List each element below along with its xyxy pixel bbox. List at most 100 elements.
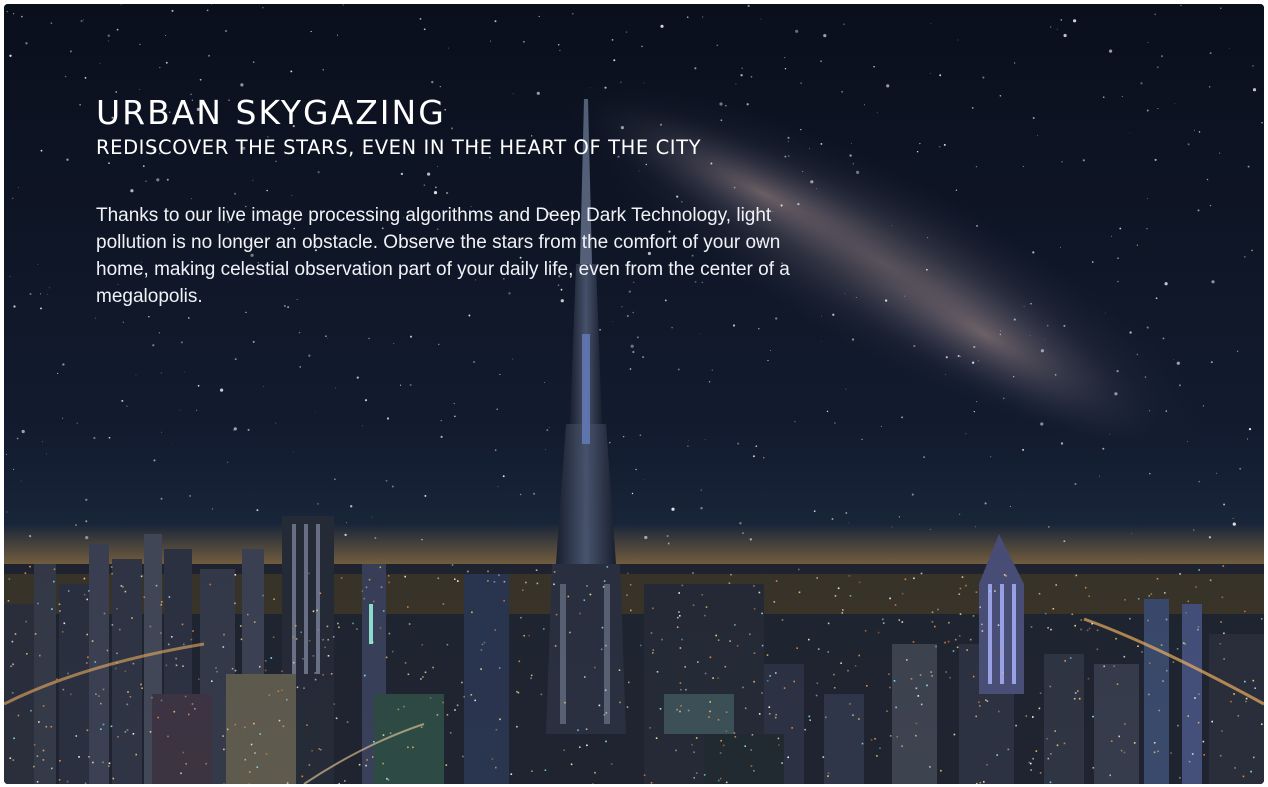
city-light (915, 722, 918, 725)
city-light (311, 749, 313, 752)
city-light (1172, 661, 1175, 663)
city-light (1047, 757, 1050, 760)
star (334, 387, 336, 389)
city-light (248, 771, 251, 773)
star (364, 399, 368, 402)
city-light (1086, 629, 1089, 632)
city-light (679, 682, 682, 684)
city-light (876, 755, 878, 757)
city-light (385, 656, 388, 659)
star (5, 453, 7, 455)
star (1044, 338, 1046, 340)
star (13, 468, 15, 470)
city-light (1050, 628, 1052, 631)
city-light (498, 667, 501, 669)
star (959, 356, 961, 357)
star (620, 81, 622, 83)
star (240, 83, 244, 87)
star (66, 158, 69, 161)
city-light (722, 744, 725, 747)
city-light (998, 710, 1000, 713)
city-light (58, 603, 61, 606)
city-light (1047, 627, 1049, 629)
star (1105, 312, 1106, 314)
star (362, 425, 363, 427)
star (629, 368, 632, 370)
star (211, 4, 212, 5)
star (1194, 129, 1196, 131)
city-light (422, 676, 424, 678)
city-light (51, 767, 53, 770)
city-light (327, 655, 330, 657)
star (1261, 122, 1263, 124)
star (325, 335, 327, 337)
city-light (42, 705, 45, 707)
city-light (889, 597, 891, 600)
city-light (804, 728, 806, 731)
star (1013, 62, 1016, 64)
city-light (102, 723, 105, 726)
city-light (652, 649, 655, 651)
city-light (327, 638, 329, 641)
star (1248, 427, 1252, 431)
star (1046, 324, 1049, 327)
city-light (407, 746, 409, 749)
star (64, 75, 67, 78)
city-light (564, 701, 566, 704)
star (1247, 438, 1249, 440)
star (1160, 55, 1164, 58)
city-light (793, 680, 795, 683)
city-light (314, 678, 317, 681)
city-light (705, 606, 708, 608)
star (368, 337, 370, 340)
city-light (244, 758, 247, 761)
city-light (1030, 626, 1033, 628)
city-light (603, 714, 606, 716)
star (845, 512, 848, 514)
star (1236, 350, 1239, 352)
star (1147, 41, 1149, 43)
city-light (442, 701, 444, 704)
city-light (1141, 651, 1143, 653)
city-light (373, 600, 375, 603)
city-light (1050, 753, 1052, 755)
star (1073, 19, 1077, 23)
city-light (870, 739, 873, 741)
star (1061, 161, 1063, 163)
hero-description: Thanks to our live image processing algo… (96, 205, 790, 307)
city-light (103, 612, 106, 615)
star (613, 59, 616, 62)
city-light (712, 677, 714, 679)
star (1247, 165, 1250, 168)
star (1210, 361, 1213, 364)
star (263, 386, 264, 387)
star (252, 340, 255, 343)
star (211, 508, 214, 510)
star (559, 49, 561, 52)
star (758, 328, 760, 330)
city-light (1164, 592, 1166, 594)
city-light (1123, 655, 1126, 658)
city-light (312, 610, 315, 613)
city-light (499, 718, 501, 721)
city-light (12, 663, 14, 666)
city-light (421, 644, 424, 646)
star (927, 237, 929, 239)
star (1121, 95, 1123, 97)
city-light (495, 728, 498, 731)
star (391, 485, 394, 488)
star (973, 345, 976, 349)
city-light (842, 609, 844, 611)
city-light (1162, 680, 1164, 682)
city-light (373, 741, 375, 743)
city-light (317, 629, 320, 632)
city-light (371, 756, 374, 758)
city-light (1078, 697, 1081, 700)
star (165, 61, 168, 64)
city-light (773, 601, 776, 603)
star (1154, 13, 1157, 16)
city-light (655, 737, 658, 739)
star (1128, 132, 1130, 134)
star (775, 317, 778, 320)
city-light (954, 638, 957, 641)
